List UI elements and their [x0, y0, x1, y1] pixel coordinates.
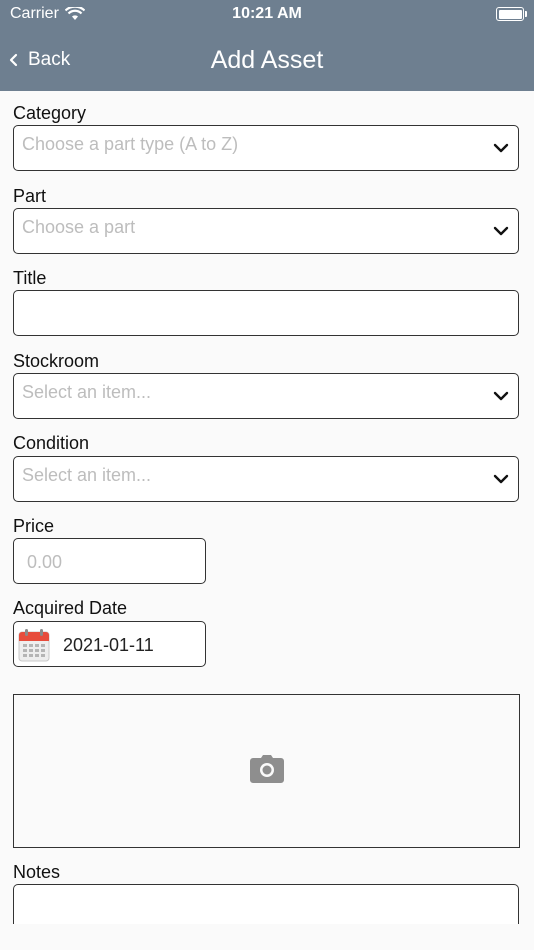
- part-label: Part: [13, 186, 47, 206]
- bottom-safe-area: [0, 924, 534, 950]
- stockroom-select[interactable]: Select an item...: [13, 373, 519, 419]
- title-input[interactable]: [13, 290, 519, 336]
- part-select[interactable]: Choose a part: [13, 208, 519, 254]
- photo-upload-area[interactable]: [13, 694, 520, 848]
- category-select[interactable]: Choose a part type (A to Z): [13, 125, 519, 171]
- back-button[interactable]: Back: [8, 49, 70, 71]
- notes-label: Notes: [13, 862, 61, 882]
- condition-placeholder: Select an item...: [22, 465, 152, 485]
- category-label: Category: [13, 103, 87, 123]
- chevron-down-icon: [493, 474, 509, 484]
- acquired-date-label: Acquired Date: [13, 598, 128, 618]
- price-input[interactable]: 0.00: [13, 538, 206, 584]
- back-label: Back: [28, 49, 71, 70]
- part-placeholder: Choose a part: [22, 217, 136, 237]
- acquired-date-value: 2021-01-11: [63, 635, 154, 655]
- category-placeholder: Choose a part type (A to Z): [22, 134, 239, 154]
- navigation-bar: Carrier 10:21 AM Back Add Asset: [0, 0, 534, 91]
- price-label: Price: [13, 516, 55, 536]
- acquired-date-picker[interactable]: 2021-01-11: [13, 621, 206, 667]
- page-title: Add Asset: [210, 46, 324, 74]
- chevron-down-icon: [493, 143, 509, 153]
- condition-label: Condition: [13, 433, 90, 453]
- title-label: Title: [13, 268, 47, 288]
- chevron-down-icon: [493, 226, 509, 236]
- calendar-icon: [18, 629, 50, 662]
- stockroom-placeholder: Select an item...: [22, 382, 152, 402]
- stockroom-label: Stockroom: [13, 351, 100, 371]
- chevron-left-icon: [9, 53, 18, 67]
- chevron-down-icon: [493, 391, 509, 401]
- price-placeholder: 0.00: [27, 552, 63, 572]
- condition-select[interactable]: Select an item...: [13, 456, 519, 502]
- battery-icon: [496, 7, 527, 21]
- status-time: 10:21 AM: [232, 5, 302, 22]
- camera-icon: [250, 755, 284, 783]
